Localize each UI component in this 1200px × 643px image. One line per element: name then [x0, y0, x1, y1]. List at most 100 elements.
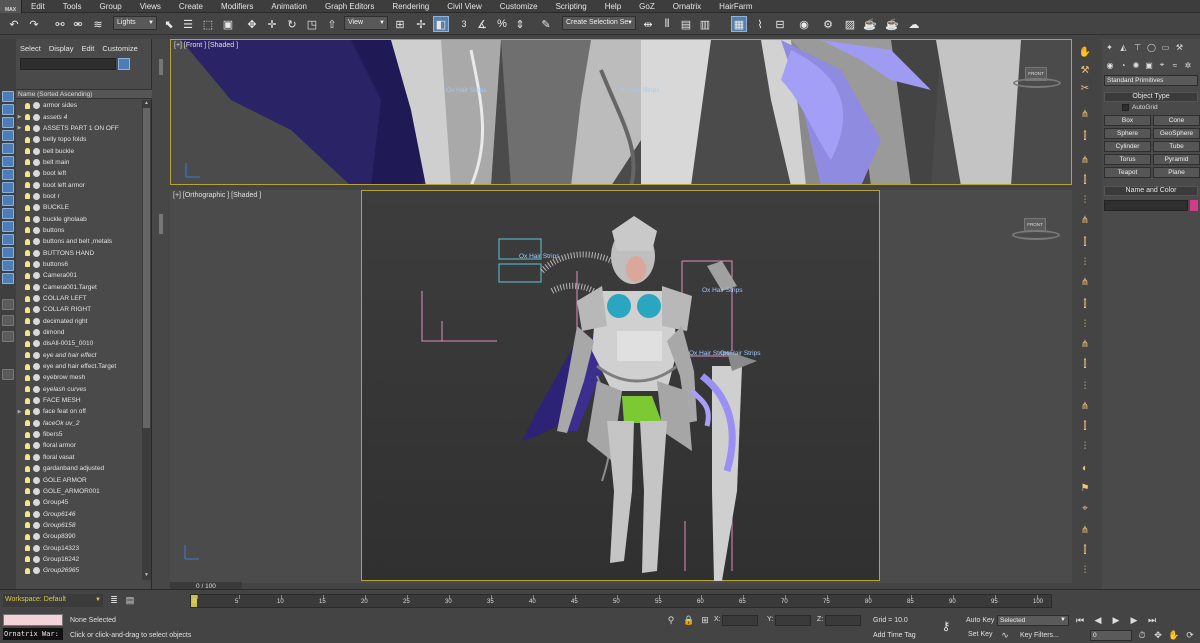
shapes-icon[interactable]: ◔ [1118, 60, 1128, 70]
list-item[interactable]: boot left armor [16, 179, 141, 190]
hair-tool-26-icon[interactable]: ⫶ [1077, 563, 1093, 577]
current-frame-field[interactable]: 0 [1090, 630, 1132, 641]
list-item[interactable]: BUTTONS HAND [16, 247, 141, 258]
list-item[interactable]: ▶ assets 4 [16, 111, 141, 122]
bind-space-warp-icon[interactable]: ≋ [90, 16, 106, 32]
list-item[interactable]: Group45 [16, 497, 141, 508]
explorer-menu-display[interactable]: Display [45, 44, 78, 53]
lightbulb-visibility-icon[interactable] [25, 408, 30, 415]
scene-explorer-toggle-icon[interactable]: ▤ [124, 594, 136, 606]
menu-edit[interactable]: Edit [22, 0, 54, 13]
select-move-alt-icon[interactable]: ✛ [264, 16, 280, 32]
scroll-down-icon[interactable]: ▼ [142, 572, 151, 580]
lightbulb-visibility-icon[interactable] [25, 545, 30, 552]
lightbulb-visibility-icon[interactable] [25, 397, 30, 404]
select-object-icon[interactable]: ⬉ [161, 16, 177, 32]
hair-tool-1-icon[interactable]: ✋ [1077, 45, 1093, 59]
torus-button[interactable]: Torus [1104, 154, 1151, 165]
orthographic-viewport[interactable]: [+] [Orthographic ] [Shaded ] Ox Hair St… [170, 190, 1072, 583]
absolute-mode-icon[interactable]: ⊞ [699, 614, 711, 626]
list-item[interactable]: belt buckle [16, 145, 141, 156]
motion-tab-icon[interactable]: ◯ [1146, 42, 1157, 53]
hair-tool-20-icon[interactable]: ⫶ [1077, 439, 1093, 453]
hair-tool-15-icon[interactable]: ⋔ [1077, 337, 1093, 351]
hierarchy-tab-icon[interactable]: ⊤ [1132, 42, 1143, 53]
percent-snap-icon[interactable]: % [494, 16, 510, 32]
display-none-icon[interactable] [2, 91, 14, 102]
display-helpers-icon[interactable] [2, 182, 14, 193]
lightbulb-visibility-icon[interactable] [25, 352, 30, 359]
list-item[interactable]: FACE MESH [16, 395, 141, 406]
menu-goz[interactable]: GoZ [630, 0, 664, 13]
list-item[interactable]: belt main [16, 157, 141, 168]
teapot-button[interactable]: Teapot [1104, 167, 1151, 178]
plane-button[interactable]: Plane [1153, 167, 1200, 178]
hair-tool-17-icon[interactable]: ⫶ [1077, 379, 1093, 393]
column-header-name[interactable]: Name (Sorted Ascending) [16, 89, 152, 99]
auto-key-button[interactable]: Auto Key [966, 617, 994, 624]
hair-tool-14-icon[interactable]: ⫶ [1077, 317, 1093, 331]
select-manipulate-icon[interactable]: ✢ [413, 16, 429, 32]
lightbulb-visibility-icon[interactable] [25, 567, 30, 574]
lightbulb-visibility-icon[interactable] [25, 148, 30, 155]
geosphere-button[interactable]: GeoSphere [1153, 128, 1200, 139]
isolate-selection-icon[interactable]: ⚲ [665, 614, 677, 626]
list-item[interactable]: buttons and belt ,metals [16, 236, 141, 247]
window-crossing-icon[interactable]: ▣ [220, 16, 236, 32]
goto-end-icon[interactable]: ⏭ [1146, 614, 1158, 626]
select-place-icon[interactable]: ⇧ [324, 16, 340, 32]
tube-button[interactable]: Tube [1153, 141, 1200, 152]
pyramid-button[interactable]: Pyramid [1153, 154, 1200, 165]
cylinder-button[interactable]: Cylinder [1104, 141, 1151, 152]
menu-ornatrix[interactable]: Ornatrix [664, 0, 710, 13]
menu-graph-editors[interactable]: Graph Editors [316, 0, 383, 13]
ortho-viewcube-ring[interactable] [1012, 230, 1060, 240]
list-item[interactable]: ▶ face feat on off [16, 406, 141, 417]
rendered-frame-window-icon[interactable]: ▨ [842, 16, 858, 32]
menu-customize[interactable]: Customize [491, 0, 547, 13]
list-item[interactable]: faceOk uv_2 [16, 418, 141, 429]
hair-tool-2-icon[interactable]: ⚒ [1077, 63, 1093, 77]
unlink-icon[interactable]: ⚮ [70, 16, 86, 32]
maxscript-mini-listener[interactable]: Ornatrix War: [3, 628, 63, 640]
display-frozen-icon[interactable] [2, 260, 14, 271]
material-editor-icon[interactable]: ◉ [796, 16, 812, 32]
lightbulb-visibility-icon[interactable] [25, 465, 30, 472]
menu-animation[interactable]: Animation [262, 0, 316, 13]
lightbulb-visibility-icon[interactable] [25, 295, 30, 302]
display-all-icon[interactable] [2, 104, 14, 115]
expand-arrow-icon[interactable]: ▶ [16, 125, 23, 131]
list-item[interactable]: Group26965 [16, 565, 141, 576]
hair-tool-22-icon[interactable]: ⚑ [1077, 481, 1093, 495]
front-viewport-label[interactable]: [+] [Front ] [Shaded ] [174, 42, 238, 49]
lightbulb-visibility-icon[interactable] [25, 488, 30, 495]
angle-snap-icon[interactable]: ∡ [474, 16, 490, 32]
hair-tool-4-icon[interactable]: ⋔ [1077, 107, 1093, 121]
lightbulb-visibility-icon[interactable] [25, 227, 30, 234]
utilities-tab-icon[interactable]: ⚒ [1174, 42, 1185, 53]
lights-icon[interactable]: ✺ [1131, 60, 1141, 70]
object-type-rollout[interactable]: Object Type [1104, 92, 1198, 102]
prev-frame-icon[interactable]: ◀ [1092, 614, 1104, 626]
front-viewport[interactable]: [+] [Front ] [Shaded ] Ox Hair Strips Ox… [170, 39, 1072, 185]
time-config-icon[interactable]: ⏱ [1136, 629, 1148, 641]
list-item[interactable]: decimated right [16, 316, 141, 327]
orbit-icon[interactable]: ⟳ [1184, 629, 1196, 641]
layer-explorer-icon[interactable]: ≣ [108, 594, 120, 606]
hair-tool-11-icon[interactable]: ⫶ [1077, 255, 1093, 269]
ortho-viewport-label[interactable]: [+] [Orthographic ] [Shaded ] [173, 192, 261, 199]
schematic-view-icon[interactable]: ⊟ [772, 16, 788, 32]
select-rotate-icon[interactable]: ↻ [284, 16, 300, 32]
menu-rendering[interactable]: Rendering [383, 0, 438, 13]
toggle-ribbon-icon[interactable]: ▦ [731, 16, 747, 32]
time-slider-track[interactable]: 0 5 10 15 20 25 30 35 40 45 50 55 60 65 70 75 80 85 90 95 10… [190, 594, 1052, 608]
lightbulb-visibility-icon[interactable] [25, 522, 30, 529]
lightbulb-visibility-icon[interactable] [25, 386, 30, 393]
list-item[interactable]: Group6158 [16, 520, 141, 531]
lightbulb-visibility-icon[interactable] [25, 318, 30, 325]
lightbulb-visibility-icon[interactable] [25, 216, 30, 223]
list-item[interactable]: BUCKLE [16, 202, 141, 213]
list-item[interactable]: floral armor [16, 440, 141, 451]
display-lights-icon[interactable] [2, 156, 14, 167]
name-and-color-rollout[interactable]: Name and Color [1104, 186, 1198, 196]
